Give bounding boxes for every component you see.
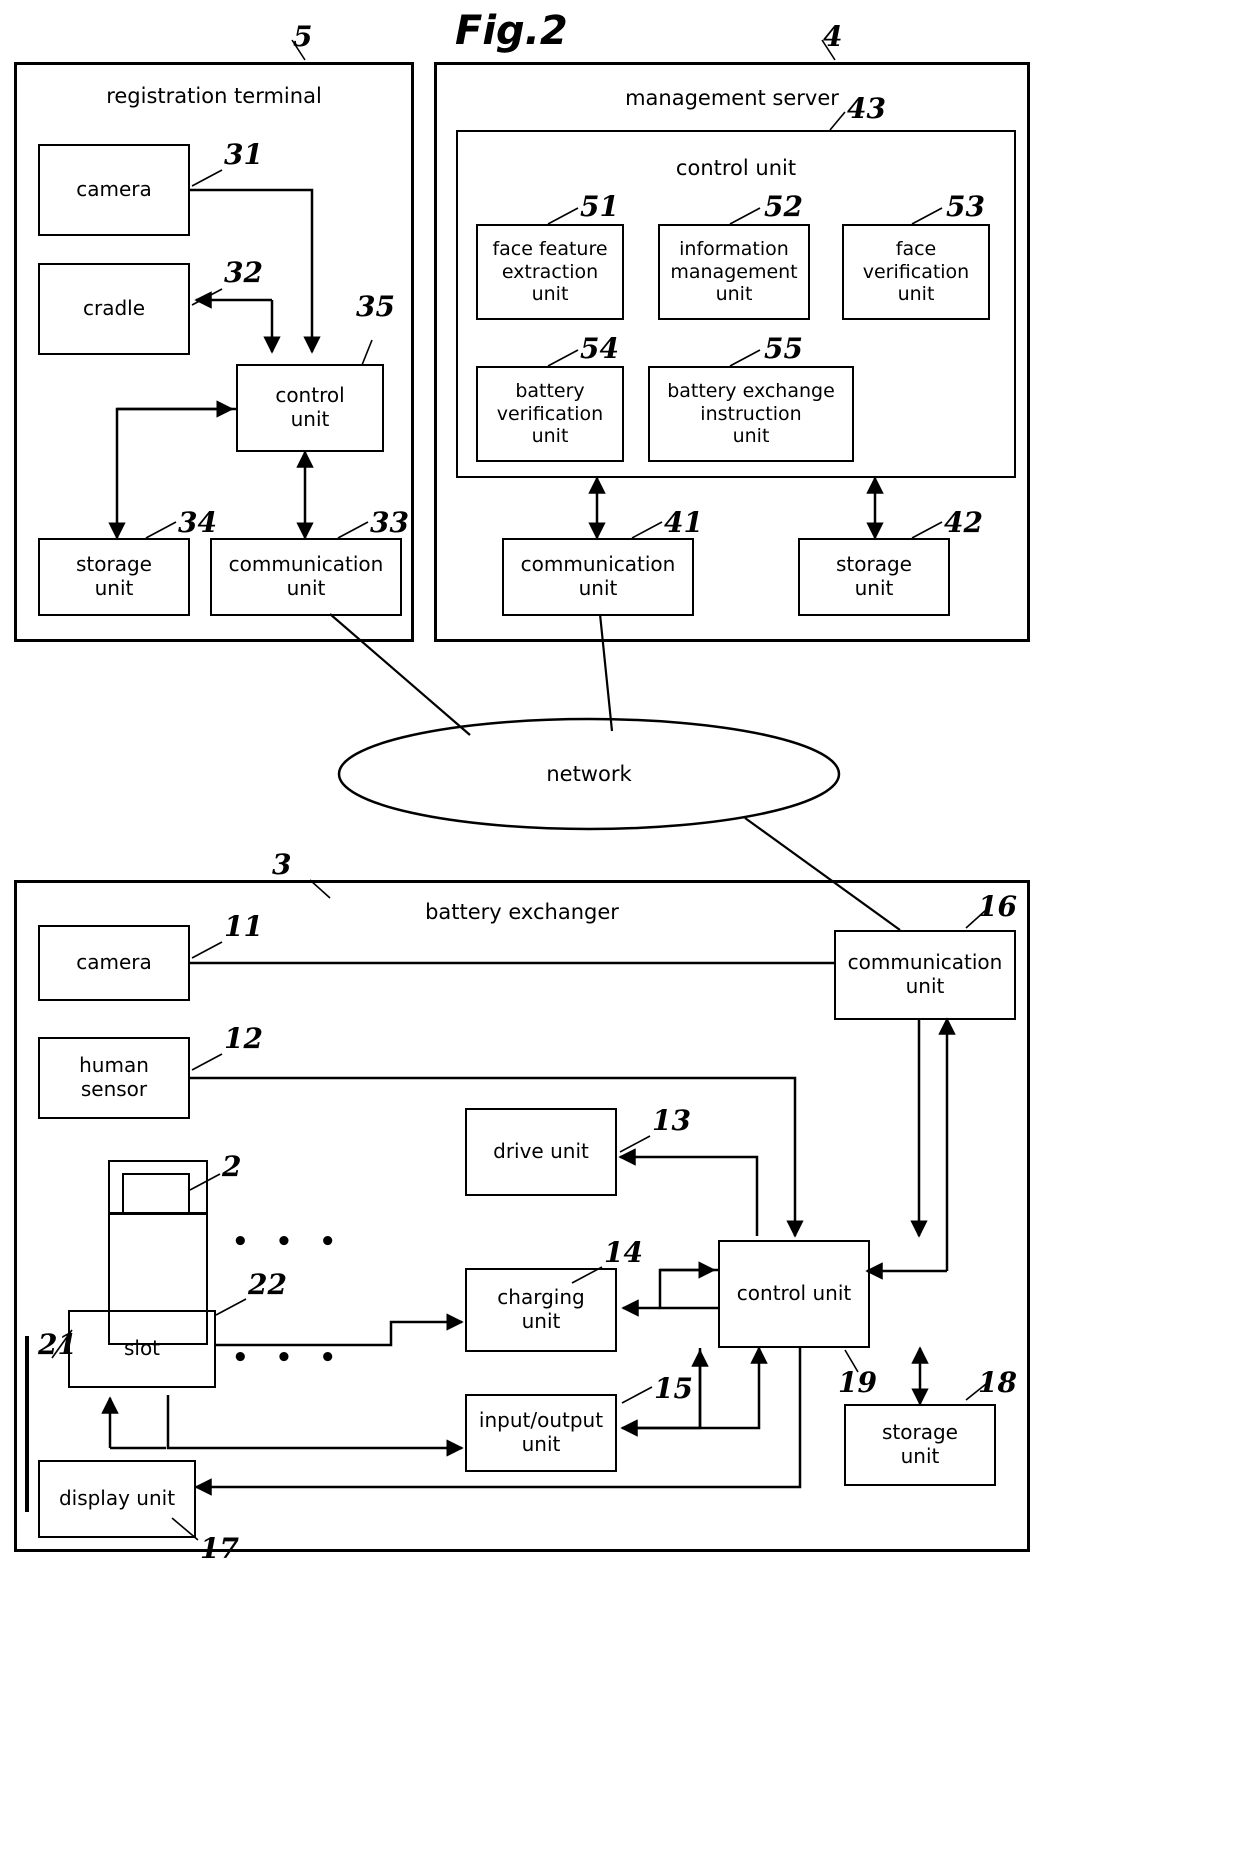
block-label: display unit: [58, 1486, 176, 1511]
block-label: communication unit: [520, 552, 676, 600]
ref-41: 41: [664, 506, 703, 539]
block-label: battery exchange instruction unit: [667, 380, 835, 448]
ref-52: 52: [764, 190, 803, 223]
block-label: battery verification unit: [496, 380, 604, 448]
block-exchanger-storage-unit: storage unit: [844, 1404, 996, 1486]
block-label: human sensor: [79, 1053, 149, 1101]
ref-18: 18: [978, 1366, 1017, 1399]
block-battery-verification-unit: battery verification unit: [476, 366, 624, 462]
ref-33: 33: [370, 506, 409, 539]
ref-12: 12: [224, 1022, 263, 1055]
ref-55: 55: [764, 332, 803, 365]
ref-35: 35: [356, 290, 395, 323]
ref-13: 13: [652, 1104, 691, 1137]
ref-15: 15: [654, 1372, 693, 1405]
panel-title-registration-terminal: registration terminal: [106, 84, 322, 108]
ellipsis-lower: • • •: [232, 1343, 345, 1373]
ref-43: 43: [847, 92, 886, 125]
block-registration-camera: camera: [38, 144, 190, 236]
block-registration-control-unit: control unit: [236, 364, 384, 452]
block-label: information management unit: [670, 238, 798, 306]
block-label: storage unit: [882, 1420, 958, 1468]
ref-2: 2: [222, 1150, 242, 1183]
figure-page: Fig.2 registration terminal 5 camera 31 …: [0, 0, 1240, 1868]
block-label: input/output unit: [478, 1408, 604, 1456]
ref-31: 31: [224, 138, 263, 171]
ref-11: 11: [224, 910, 263, 943]
block-face-verification-unit: face verification unit: [842, 224, 990, 320]
block-label: charging unit: [497, 1285, 585, 1333]
block-label: face feature extraction unit: [492, 238, 608, 306]
ref-51: 51: [580, 190, 619, 223]
ref-3: 3: [272, 848, 292, 881]
panel-title-management-server: management server: [625, 86, 839, 110]
ref-14: 14: [604, 1236, 643, 1269]
block-label: communication unit: [228, 552, 384, 600]
block-input-output-unit: input/output unit: [465, 1394, 617, 1472]
block-registration-communication-unit: communication unit: [210, 538, 402, 616]
panel-title-battery-exchanger: battery exchanger: [425, 900, 619, 924]
block-exchanger-control-unit: control unit: [718, 1240, 870, 1348]
ref-17: 17: [200, 1532, 239, 1565]
block-registration-storage-unit: storage unit: [38, 538, 190, 616]
ref-42: 42: [944, 506, 983, 539]
ref-4: 4: [823, 20, 843, 53]
block-management-storage-unit: storage unit: [798, 538, 950, 616]
block-exchanger-camera: camera: [38, 925, 190, 1001]
block-label: storage unit: [76, 552, 152, 600]
block-charging-unit: charging unit: [465, 1268, 617, 1352]
block-registration-cradle: cradle: [38, 263, 190, 355]
ref-5: 5: [293, 20, 313, 53]
ref-53: 53: [946, 190, 985, 223]
block-display-unit: display unit: [38, 1460, 196, 1538]
block-drive-unit: drive unit: [465, 1108, 617, 1196]
ref-19: 19: [838, 1366, 877, 1399]
block-human-sensor: human sensor: [38, 1037, 190, 1119]
figure-title: Fig.2: [455, 8, 568, 54]
block-label: communication unit: [847, 950, 1003, 998]
block-label: control unit: [275, 383, 345, 431]
ref-54: 54: [580, 332, 619, 365]
panel-title-management-control-unit: control unit: [675, 156, 797, 180]
block-label: camera: [76, 950, 152, 975]
ref-22: 22: [248, 1268, 287, 1301]
block-label: camera: [76, 177, 152, 202]
block-label: storage unit: [836, 552, 912, 600]
ellipsis-upper: • • •: [232, 1227, 345, 1257]
block-slot: slot: [68, 1310, 216, 1388]
ref-34: 34: [178, 506, 217, 539]
block-information-management-unit: information management unit: [658, 224, 810, 320]
block-label: control unit: [736, 1281, 852, 1306]
ref-32: 32: [224, 256, 263, 289]
block-label: face verification unit: [862, 238, 970, 306]
ref-16: 16: [978, 890, 1017, 923]
block-face-feature-extraction-unit: face feature extraction unit: [476, 224, 624, 320]
block-battery-exchange-instruction-unit: battery exchange instruction unit: [648, 366, 854, 462]
block-label: cradle: [82, 296, 146, 321]
block-label: drive unit: [493, 1139, 589, 1164]
block-exchanger-communication-unit: communication unit: [834, 930, 1016, 1020]
battery-inner-terminal: [122, 1173, 190, 1215]
block-management-communication-unit: communication unit: [502, 538, 694, 616]
block-label: slot: [123, 1336, 161, 1361]
network-label: network: [546, 762, 632, 786]
